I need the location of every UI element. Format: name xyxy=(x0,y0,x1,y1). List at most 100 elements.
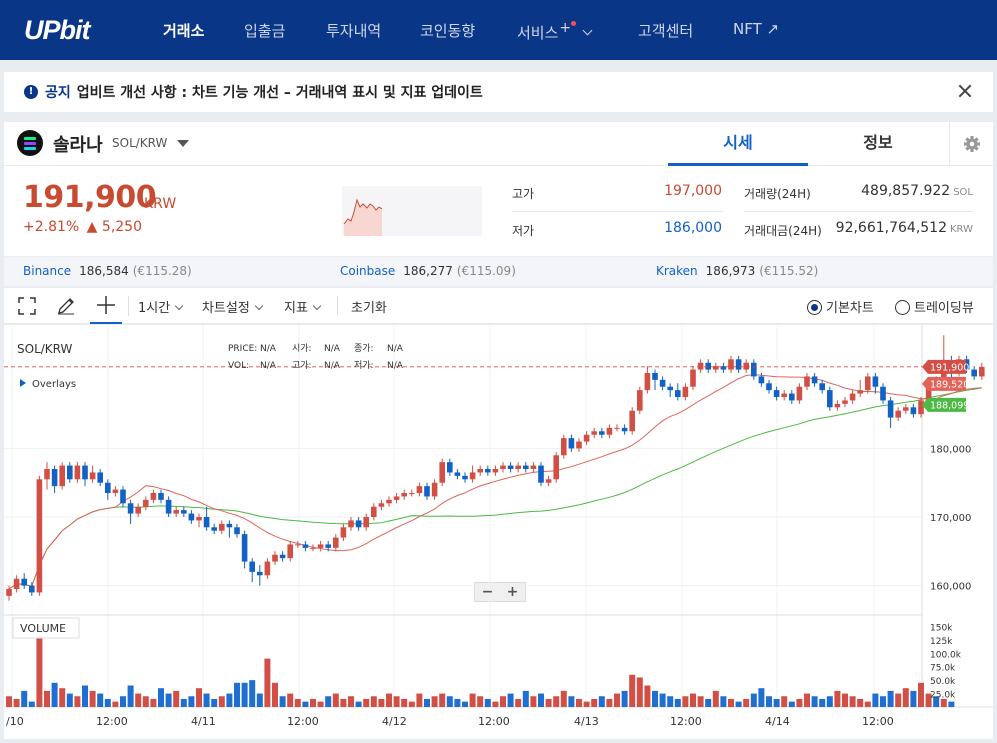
candle-body xyxy=(690,369,696,387)
volume-bar xyxy=(82,685,88,707)
volume-bar xyxy=(652,690,658,707)
candle-body xyxy=(325,544,331,548)
candle-body xyxy=(621,427,628,432)
candle-body xyxy=(363,517,369,528)
view-tradingview[interactable]: 트레이딩뷰 xyxy=(895,297,974,316)
candle-body xyxy=(568,438,575,449)
volume-bar xyxy=(766,696,772,707)
candle-body xyxy=(82,465,88,480)
candle-body xyxy=(523,465,529,469)
nav-deposit-withdraw[interactable]: 입출금 xyxy=(244,20,285,41)
volume-bar xyxy=(256,693,263,707)
crosshair-icon xyxy=(97,296,115,314)
new-dot-icon xyxy=(571,21,577,26)
volume-bar xyxy=(553,696,560,707)
coin-select-caret-icon[interactable] xyxy=(177,140,189,147)
volume-bar xyxy=(226,693,233,707)
candle-body xyxy=(424,486,430,497)
nav-coin-trends[interactable]: 코인동향 xyxy=(420,20,475,41)
candle-body xyxy=(538,465,544,483)
up-arrow-icon: ▲ xyxy=(86,219,98,235)
candle-body xyxy=(834,403,841,408)
settings-button[interactable] xyxy=(949,122,993,166)
zoom-in-button[interactable]: + xyxy=(500,583,525,601)
volume-bar xyxy=(279,696,286,707)
volume-bar xyxy=(591,698,598,707)
nav-exchange[interactable]: 거래소 xyxy=(163,20,204,41)
candle-body xyxy=(842,400,848,404)
volume-bar xyxy=(234,682,240,707)
candle-body xyxy=(751,362,757,377)
nav-services[interactable]: 서비스+ xyxy=(517,20,593,43)
view-basic-chart[interactable]: 기본차트 xyxy=(807,297,874,316)
candle-body xyxy=(105,482,111,493)
volume-bar xyxy=(74,696,81,707)
volume-bar xyxy=(728,698,734,707)
candle-body xyxy=(766,383,772,391)
candle-body xyxy=(340,527,347,538)
volume-bar xyxy=(325,696,332,707)
reset-button[interactable]: 초기화 xyxy=(351,297,387,316)
legend-item: VOL: xyxy=(228,361,249,371)
volume-bar xyxy=(416,693,423,707)
crosshair-tool[interactable] xyxy=(90,288,122,324)
candle-body xyxy=(758,376,765,384)
volume-bar xyxy=(644,685,651,707)
nav-investment-history[interactable]: 투자내역 xyxy=(326,20,381,41)
pencil-draw-icon[interactable] xyxy=(56,296,76,316)
candle-body xyxy=(241,534,248,562)
candle-body xyxy=(67,465,73,480)
volume-bar xyxy=(834,690,841,707)
fullscreen-icon[interactable] xyxy=(18,297,36,315)
interval-select[interactable]: 1시간 xyxy=(138,297,184,316)
volume-bar xyxy=(811,696,818,707)
candle-body xyxy=(219,523,225,531)
volume-tick-label: 25.0k xyxy=(930,691,956,701)
volume-bar xyxy=(857,698,864,707)
volume-bar xyxy=(218,696,225,707)
nav-nft[interactable]: NFT ↗ xyxy=(733,20,779,38)
legend-item: PRICE: xyxy=(228,344,257,354)
candle-body xyxy=(553,455,559,480)
zoom-out-button[interactable]: − xyxy=(475,583,500,601)
candle-body xyxy=(386,499,392,504)
candle-body xyxy=(416,486,423,493)
upbit-logo[interactable]: UPbit xyxy=(24,15,90,46)
candle-body xyxy=(112,489,119,493)
volume-bar xyxy=(469,693,476,707)
tab-info[interactable]: 정보 xyxy=(808,122,948,166)
nav-customer-center[interactable]: 고객센터 xyxy=(638,20,693,41)
current-price: 191,900 xyxy=(23,180,157,215)
volume-bar xyxy=(515,698,522,707)
candle-body xyxy=(773,390,780,397)
candle-body xyxy=(667,386,673,391)
notice-text[interactable]: 업비트 개선 사항 : 차트 기능 개선 – 거래내역 표시 및 지표 업데이트 xyxy=(77,82,483,102)
candle-body xyxy=(249,561,255,572)
volume-bar xyxy=(545,698,552,707)
volume-bar xyxy=(408,701,415,707)
price-chart-area[interactable]: 160,000 170,000 180,000 25.0k 50.0k 75.0k 100.… xyxy=(4,325,993,739)
volume-bar xyxy=(401,698,408,707)
volume-bar xyxy=(804,693,810,707)
exchange-price: 186,277 xyxy=(403,264,453,278)
chart-settings-label: 차트설정 xyxy=(202,301,250,316)
candle-body xyxy=(857,390,863,394)
candlestick-chart[interactable]: 160,000 170,000 180,000 25.0k 50.0k 75.0k 100.… xyxy=(4,325,993,739)
tab-market-price[interactable]: 시세 xyxy=(668,122,808,166)
volume-bar xyxy=(13,698,20,707)
candle-body xyxy=(6,589,12,596)
chart-settings-select[interactable]: 차트설정 xyxy=(202,297,264,316)
volume-bar xyxy=(203,693,210,707)
candle-body xyxy=(880,386,886,401)
indicators-select[interactable]: 지표 xyxy=(284,297,322,316)
volume-24h: 489,857.922 SOL xyxy=(824,183,973,199)
volume-bar xyxy=(264,658,271,707)
candle-body xyxy=(317,544,324,548)
indicators-label: 지표 xyxy=(284,301,308,316)
candle-body xyxy=(431,482,438,497)
volume-tick-label: 75.0k xyxy=(930,664,956,674)
volume-bar xyxy=(340,698,347,707)
exchange-name: Kraken xyxy=(656,264,698,278)
close-icon[interactable] xyxy=(957,83,973,99)
candle-body xyxy=(333,537,339,548)
